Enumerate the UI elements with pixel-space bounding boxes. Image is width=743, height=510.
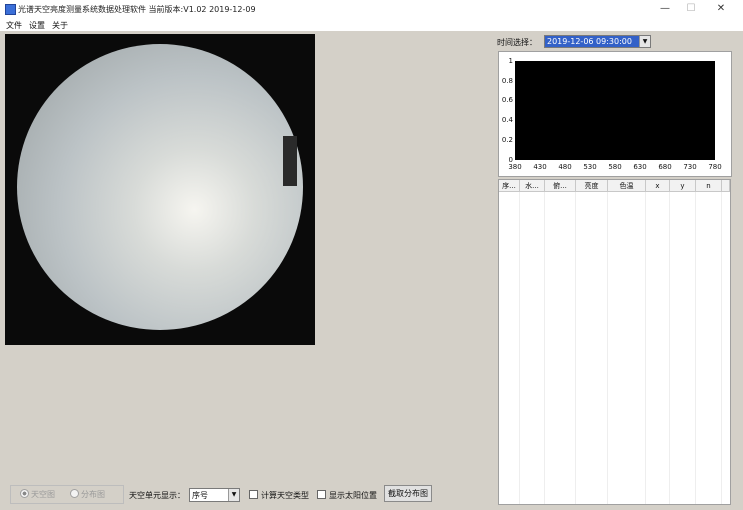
column-header-azimuth[interactable]: 水... <box>520 180 545 192</box>
chevron-down-icon[interactable]: ▼ <box>639 36 650 47</box>
column-header-x[interactable]: x <box>646 180 670 192</box>
plot-area <box>515 61 715 160</box>
x-tick-label: 630 <box>633 163 647 171</box>
window-title: 光谱天空亮度测量系统数据处理软件 当前版本:V1.02 2019-12-09 <box>18 5 256 14</box>
y-tick-label: 1 <box>508 57 513 65</box>
column-divider <box>669 192 670 504</box>
title-bar: 光谱天空亮度测量系统数据处理软件 当前版本:V1.02 2019-12-09 —… <box>0 0 743 18</box>
show-sun-position-checkbox[interactable]: 显示太阳位置 <box>317 490 377 501</box>
calc-sky-type-checkbox[interactable]: 计算天空类型 <box>249 490 309 501</box>
x-tick-label: 530 <box>583 163 597 171</box>
column-header-n[interactable]: n <box>696 180 722 192</box>
y-tick-label: 0.8 <box>501 77 513 85</box>
x-tick-label: 430 <box>533 163 547 171</box>
column-divider <box>544 192 545 504</box>
column-divider <box>575 192 576 504</box>
calc-sky-type-label: 计算天空类型 <box>261 491 309 500</box>
x-tick-label: 380 <box>508 163 522 171</box>
sky-cell-display-label: 天空单元显示： <box>129 491 185 500</box>
chevron-down-icon[interactable]: ▼ <box>228 489 239 501</box>
y-tick-label: 0.6 <box>501 96 513 104</box>
y-tick-label: 0.4 <box>501 116 513 124</box>
sky-dome-image <box>17 44 303 330</box>
sky-image-panel <box>5 34 315 345</box>
column-divider <box>721 192 722 504</box>
time-select-label: 时间选择： <box>497 38 537 47</box>
capture-distribution-button[interactable]: 截取分布图 <box>384 485 432 502</box>
spectrum-chart: 1 0.8 0.6 0.4 0.2 0 380 430 480 530 580 … <box>498 51 732 177</box>
radio-sky-view-label: 天空图 <box>31 490 55 499</box>
y-tick-label: 0.2 <box>501 136 513 144</box>
menu-about[interactable]: 关于 <box>52 20 68 31</box>
sky-cell-display-select[interactable]: 序号 ▼ <box>189 488 240 502</box>
radio-sky-view[interactable]: 天空图 <box>20 489 55 500</box>
x-tick-label: 580 <box>608 163 622 171</box>
radio-distribution-view[interactable]: 分布图 <box>70 489 105 500</box>
checkbox-icon[interactable] <box>317 490 326 499</box>
column-header-y[interactable]: y <box>670 180 696 192</box>
time-select-value: 2019-12-06 09:30:00 <box>545 36 639 47</box>
checkbox-icon[interactable] <box>249 490 258 499</box>
radio-selected-icon <box>20 489 29 498</box>
x-tick-label: 680 <box>658 163 672 171</box>
column-divider <box>607 192 608 504</box>
column-header-luminance[interactable]: 亮度 <box>576 180 608 192</box>
maximize-button[interactable]: ☐ <box>676 2 706 16</box>
menu-settings[interactable]: 设置 <box>29 20 45 31</box>
app-icon <box>5 4 16 15</box>
show-sun-position-label: 显示太阳位置 <box>329 491 377 500</box>
data-table[interactable]: 序... 水... 俯... 亮度 色温 x y n <box>498 179 731 505</box>
column-header-index[interactable]: 序... <box>499 180 520 192</box>
x-tick-label: 730 <box>683 163 697 171</box>
menu-file[interactable]: 文件 <box>6 20 22 31</box>
radio-unselected-icon <box>70 489 79 498</box>
menu-bar: 文件 设置 关于 <box>0 18 743 31</box>
column-header-filler <box>722 180 730 192</box>
column-divider <box>519 192 520 504</box>
x-tick-label: 480 <box>558 163 572 171</box>
close-button[interactable]: ✕ <box>706 2 736 16</box>
radio-distribution-view-label: 分布图 <box>81 490 105 499</box>
time-select-dropdown[interactable]: 2019-12-06 09:30:00 ▼ <box>544 35 651 48</box>
column-divider <box>695 192 696 504</box>
column-divider <box>645 192 646 504</box>
column-header-color-temp[interactable]: 色温 <box>608 180 646 192</box>
column-header-elevation[interactable]: 俯... <box>545 180 576 192</box>
x-tick-label: 780 <box>708 163 722 171</box>
sky-image-obstruction <box>283 136 297 186</box>
sky-cell-display-value: 序号 <box>192 491 208 500</box>
